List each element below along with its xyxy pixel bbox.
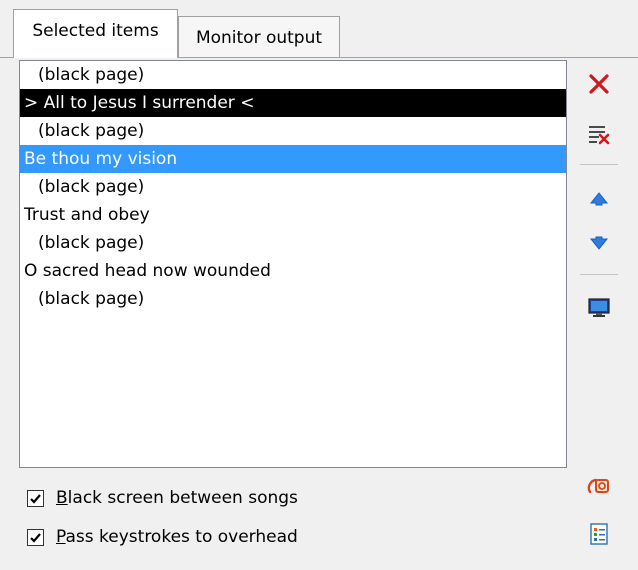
list-item-live[interactable]: > All to Jesus I surrender < (20, 89, 566, 117)
checkmark-icon (30, 532, 41, 543)
list-item[interactable]: (black page) (20, 61, 566, 89)
presentation-button[interactable] (574, 470, 624, 506)
toolbar-separator (580, 274, 618, 275)
pass-keystrokes-checkbox[interactable] (27, 528, 44, 546)
move-down-icon (588, 231, 610, 258)
remove-item-button[interactable] (574, 68, 624, 104)
checkmark-icon (30, 493, 41, 504)
tab-monitor-output-label: Monitor output (195, 27, 323, 48)
black-screen-checkbox[interactable] (27, 489, 44, 507)
black-screen-label: Black screen between songs (56, 488, 298, 508)
list-item-selected[interactable]: Be thou my vision (20, 145, 566, 173)
move-up-button[interactable] (574, 184, 624, 220)
move-up-icon (588, 189, 610, 216)
list-item[interactable]: O sacred head now wounded (20, 257, 566, 285)
tab-monitor-output[interactable]: Monitor output (178, 16, 340, 58)
clear-list-button[interactable] (574, 118, 624, 154)
black-screen-option[interactable]: Black screen between songs (27, 488, 298, 508)
properties-button[interactable] (574, 518, 624, 554)
presentation-icon (587, 474, 611, 503)
list-item[interactable]: (black page) (20, 229, 566, 257)
list-item[interactable]: (black page) (20, 117, 566, 145)
pass-keystrokes-label: Pass keystrokes to overhead (56, 527, 298, 547)
list-item[interactable]: (black page) (20, 285, 566, 313)
move-down-button[interactable] (574, 226, 624, 262)
tab-bar: Selected items Monitor output (0, 0, 638, 58)
delete-icon (587, 72, 611, 101)
selected-items-list[interactable]: (black page) > All to Jesus I surrender … (19, 60, 567, 468)
toolbar-separator (580, 164, 618, 165)
show-on-monitor-button[interactable] (574, 292, 624, 328)
clear-list-icon (587, 122, 611, 151)
monitor-icon (587, 296, 611, 325)
list-item[interactable]: Trust and obey (20, 201, 566, 229)
pass-keystrokes-option[interactable]: Pass keystrokes to overhead (27, 527, 298, 547)
tab-selected-items-label: Selected items (32, 21, 159, 41)
list-item[interactable]: (black page) (20, 173, 566, 201)
tab-selected-items[interactable]: Selected items (13, 9, 178, 58)
list-properties-icon (587, 522, 611, 551)
